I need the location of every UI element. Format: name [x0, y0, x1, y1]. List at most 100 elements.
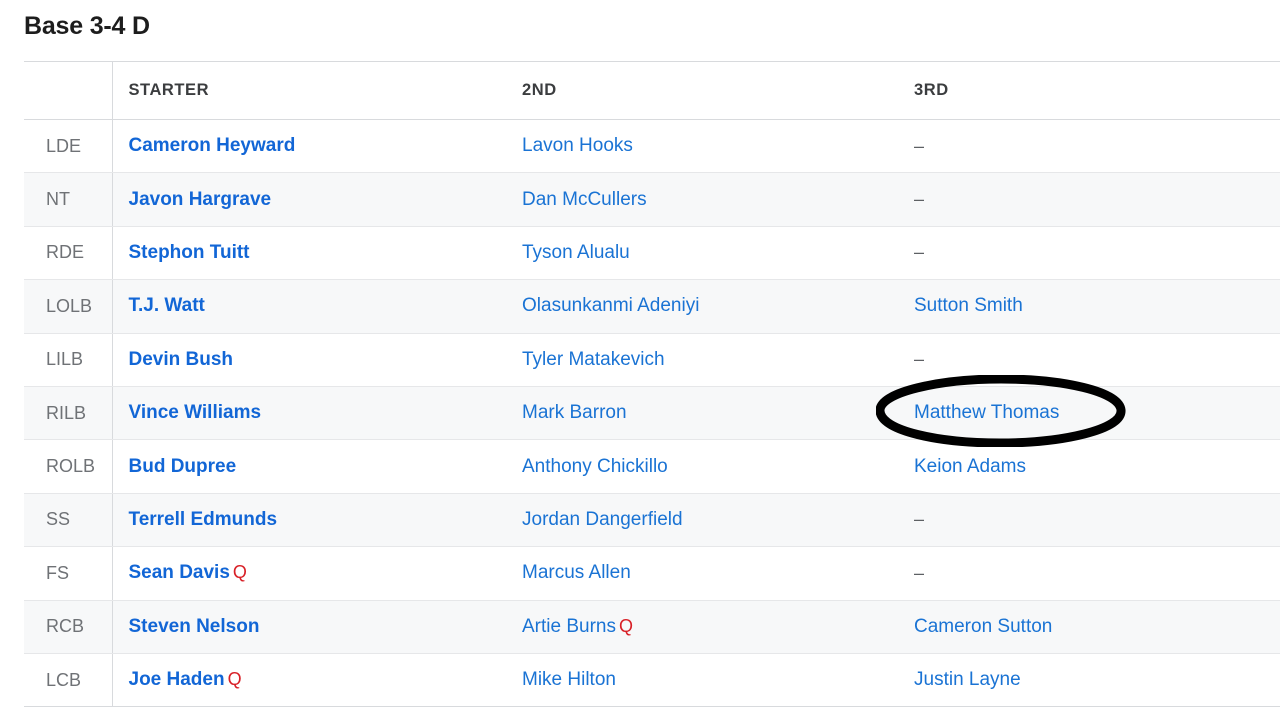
page-title: Base 3-4 D [24, 12, 150, 40]
player-link[interactable]: Cameron Heyward [129, 135, 296, 156]
cell-starter: Joe Haden Q [112, 653, 506, 708]
cell-second: Tyler Matakevich [506, 333, 898, 387]
cell-second: Mike Hilton [506, 653, 898, 708]
player-link[interactable]: Jordan Dangerfield [522, 509, 683, 530]
table-header-row: STARTER 2ND 3RD [24, 61, 1280, 120]
player-link[interactable]: Bud Dupree [129, 456, 237, 477]
player-link[interactable]: T.J. Watt [129, 295, 205, 316]
cell-position: ROLB [24, 439, 113, 494]
cell-third: – [898, 493, 1280, 548]
cell-position: RILB [24, 386, 113, 441]
cell-third: Sutton Smith [898, 279, 1280, 334]
cell-third: – [898, 226, 1280, 281]
player-link[interactable]: Tyler Matakevich [522, 349, 665, 370]
cell-position: LILB [24, 333, 113, 387]
cell-starter: Bud Dupree [112, 439, 506, 494]
cell-position: LCB [24, 653, 113, 708]
cell-second: Mark Barron [506, 386, 898, 441]
empty-value: – [914, 562, 925, 583]
player-link[interactable]: Tyson Alualu [522, 242, 630, 263]
cell-position: SS [24, 493, 113, 548]
player-link[interactable]: Artie Burns [522, 616, 616, 637]
table-body: LDE Cameron Heyward Lavon Hooks – NT Javon Ha… [24, 119, 1280, 708]
injury-status-badge: Q [232, 562, 247, 583]
table-row: LOLB T.J. Watt Olasunkanmi Adeniyi Sutton S… [24, 279, 1280, 334]
cell-third: – [898, 119, 1280, 174]
table-row: RDE Stephon Tuitt Tyson Alualu – [24, 226, 1280, 281]
player-link[interactable]: Matthew Thomas [914, 402, 1059, 423]
column-header-third: 3RD [898, 61, 1280, 120]
cell-position: RCB [24, 600, 113, 654]
depth-chart-page: Base 3-4 D STARTER 2ND 3RD LDE Cameron He… [0, 0, 1280, 724]
player-link[interactable]: Sutton Smith [914, 295, 1023, 316]
player-link[interactable]: Joe Haden [129, 669, 225, 690]
player-link[interactable]: Justin Layne [914, 669, 1021, 690]
player-link[interactable]: Olasunkanmi Adeniyi [522, 295, 699, 316]
empty-value: – [914, 135, 925, 156]
cell-second: Marcus Allen [506, 546, 898, 601]
cell-third: Justin Layne [898, 653, 1280, 708]
column-header-second: 2ND [506, 61, 898, 120]
player-link[interactable]: Cameron Sutton [914, 616, 1052, 637]
player-link[interactable]: Mark Barron [522, 402, 627, 423]
player-link[interactable]: Lavon Hooks [522, 135, 633, 156]
cell-starter: Steven Nelson [112, 600, 506, 654]
cell-second: Olasunkanmi Adeniyi [506, 279, 898, 334]
cell-third: – [898, 333, 1280, 387]
cell-starter: Vince Williams [112, 386, 506, 441]
table-row: RILB Vince Williams Mark Barron Matthew Tho… [24, 386, 1280, 441]
column-header-position [24, 61, 113, 120]
cell-position: LOLB [24, 279, 113, 334]
depth-chart-table: STARTER 2ND 3RD LDE Cameron Heyward Lavon … [24, 61, 1280, 708]
player-link[interactable]: Steven Nelson [129, 616, 260, 637]
cell-starter: Devin Bush [112, 333, 506, 387]
cell-second: Anthony Chickillo [506, 439, 898, 494]
player-link[interactable]: Sean Davis [129, 562, 230, 583]
player-link[interactable]: Vince Williams [129, 402, 262, 423]
column-header-starter: STARTER [112, 61, 506, 120]
empty-value: – [914, 242, 925, 263]
table-row: LDE Cameron Heyward Lavon Hooks – [24, 119, 1280, 174]
cell-second: Artie Burns Q [506, 600, 898, 654]
cell-third: Matthew Thomas [898, 386, 1280, 441]
depth-chart-table-container: STARTER 2ND 3RD LDE Cameron Heyward Lavon … [24, 61, 1280, 708]
cell-position: FS [24, 546, 113, 601]
table-row: LILB Devin Bush Tyler Matakevich – [24, 333, 1280, 387]
empty-value: – [914, 349, 925, 370]
empty-value: – [914, 189, 925, 210]
table-row: NT Javon Hargrave Dan McCullers – [24, 172, 1280, 227]
cell-starter: Sean Davis Q [112, 546, 506, 601]
cell-starter: Stephon Tuitt [112, 226, 506, 281]
table-row: ROLB Bud Dupree Anthony Chickillo Keion Ada… [24, 439, 1280, 494]
table-row: FS Sean Davis Q Marcus Allen – [24, 546, 1280, 601]
injury-status-badge: Q [618, 615, 633, 636]
table-row: SS Terrell Edmunds Jordan Dangerfield – [24, 493, 1280, 548]
cell-third: Cameron Sutton [898, 600, 1280, 654]
table-row: RCB Steven Nelson Artie Burns Q Cameron Sutt… [24, 600, 1280, 654]
cell-second: Lavon Hooks [506, 119, 898, 174]
cell-position: NT [24, 172, 113, 227]
cell-starter: Cameron Heyward [112, 119, 506, 174]
cell-position: LDE [24, 119, 113, 174]
cell-second: Dan McCullers [506, 172, 898, 227]
player-link[interactable]: Javon Hargrave [129, 189, 272, 210]
player-link[interactable]: Mike Hilton [522, 669, 616, 690]
empty-value: – [914, 509, 925, 530]
cell-position: RDE [24, 226, 113, 281]
player-link[interactable]: Marcus Allen [522, 562, 631, 583]
player-link[interactable]: Stephon Tuitt [129, 242, 250, 263]
player-link[interactable]: Keion Adams [914, 456, 1026, 477]
player-link[interactable]: Anthony Chickillo [522, 456, 668, 477]
player-link[interactable]: Devin Bush [129, 349, 234, 370]
cell-starter: T.J. Watt [112, 279, 506, 334]
cell-third: Keion Adams [898, 439, 1280, 494]
injury-status-badge: Q [227, 669, 242, 690]
cell-third: – [898, 546, 1280, 601]
table-row: LCB Joe Haden Q Mike Hilton Justin Layne [24, 653, 1280, 708]
player-link[interactable]: Terrell Edmunds [129, 509, 278, 530]
cell-second: Tyson Alualu [506, 226, 898, 281]
cell-starter: Terrell Edmunds [112, 493, 506, 548]
cell-starter: Javon Hargrave [112, 172, 506, 227]
table-header: STARTER 2ND 3RD [24, 61, 1280, 120]
player-link[interactable]: Dan McCullers [522, 189, 647, 210]
